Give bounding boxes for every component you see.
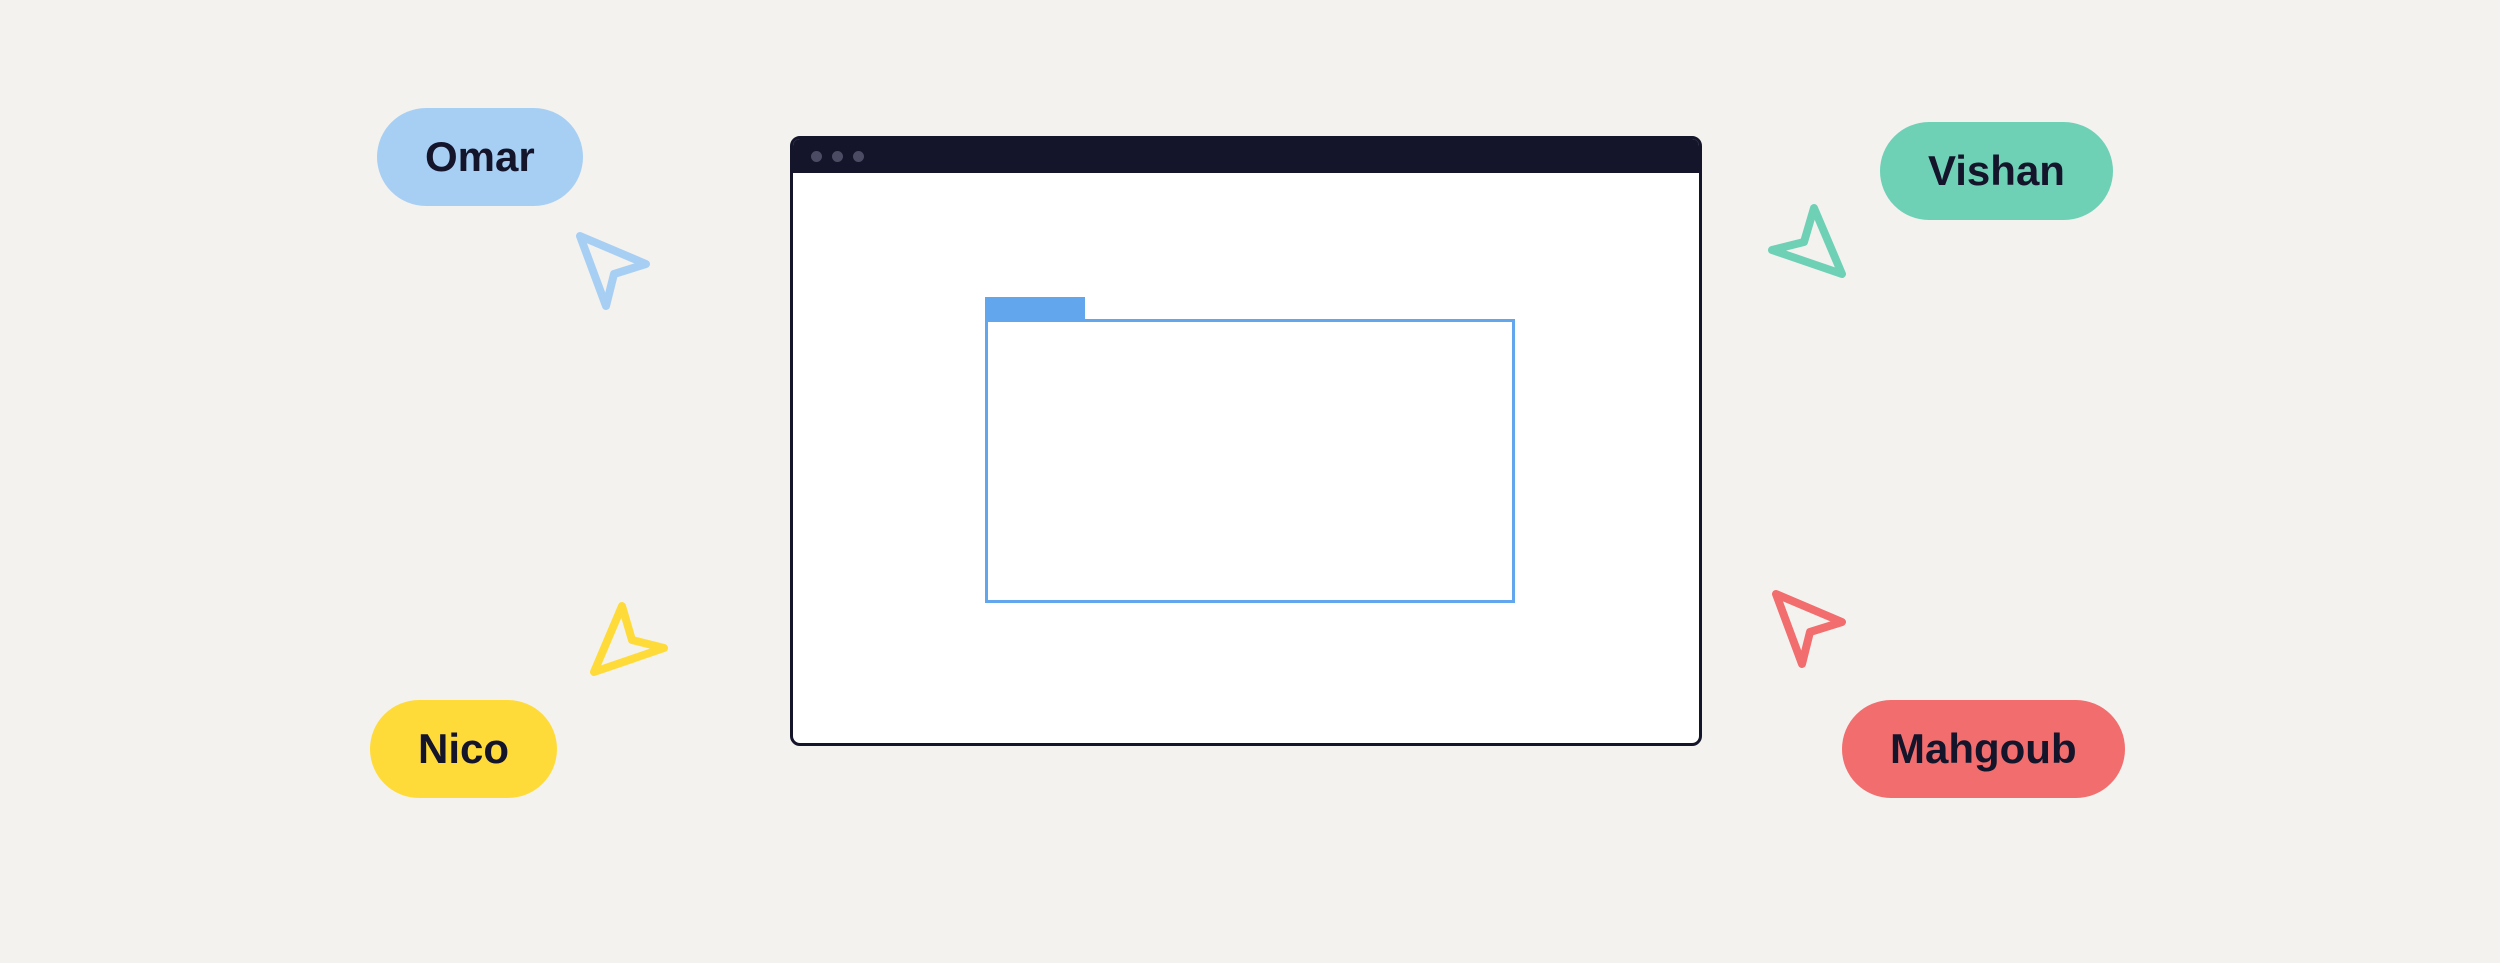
window-dot-icon xyxy=(832,151,843,162)
user-pill-vishan: Vishan xyxy=(1880,122,2113,220)
cursor-icon xyxy=(582,594,672,684)
illustration-canvas: Omar Nico Vishan Mahgoub xyxy=(0,0,2500,963)
browser-titlebar xyxy=(793,139,1699,173)
user-pill-mahgoub: Mahgoub xyxy=(1842,700,2125,798)
folder-body xyxy=(985,319,1515,603)
cursor-icon xyxy=(1764,582,1854,672)
user-pill-nico: Nico xyxy=(370,700,557,798)
folder-icon xyxy=(985,297,1515,603)
user-label: Mahgoub xyxy=(1890,725,2077,773)
cursor-icon xyxy=(568,224,658,314)
folder-tab xyxy=(985,297,1085,319)
cursor-icon xyxy=(1764,196,1854,286)
window-dot-icon xyxy=(811,151,822,162)
user-label: Vishan xyxy=(1928,147,2065,195)
user-label: Nico xyxy=(418,725,509,773)
window-dot-icon xyxy=(853,151,864,162)
user-label: Omar xyxy=(425,133,535,181)
user-pill-omar: Omar xyxy=(377,108,583,206)
browser-window xyxy=(790,136,1702,746)
